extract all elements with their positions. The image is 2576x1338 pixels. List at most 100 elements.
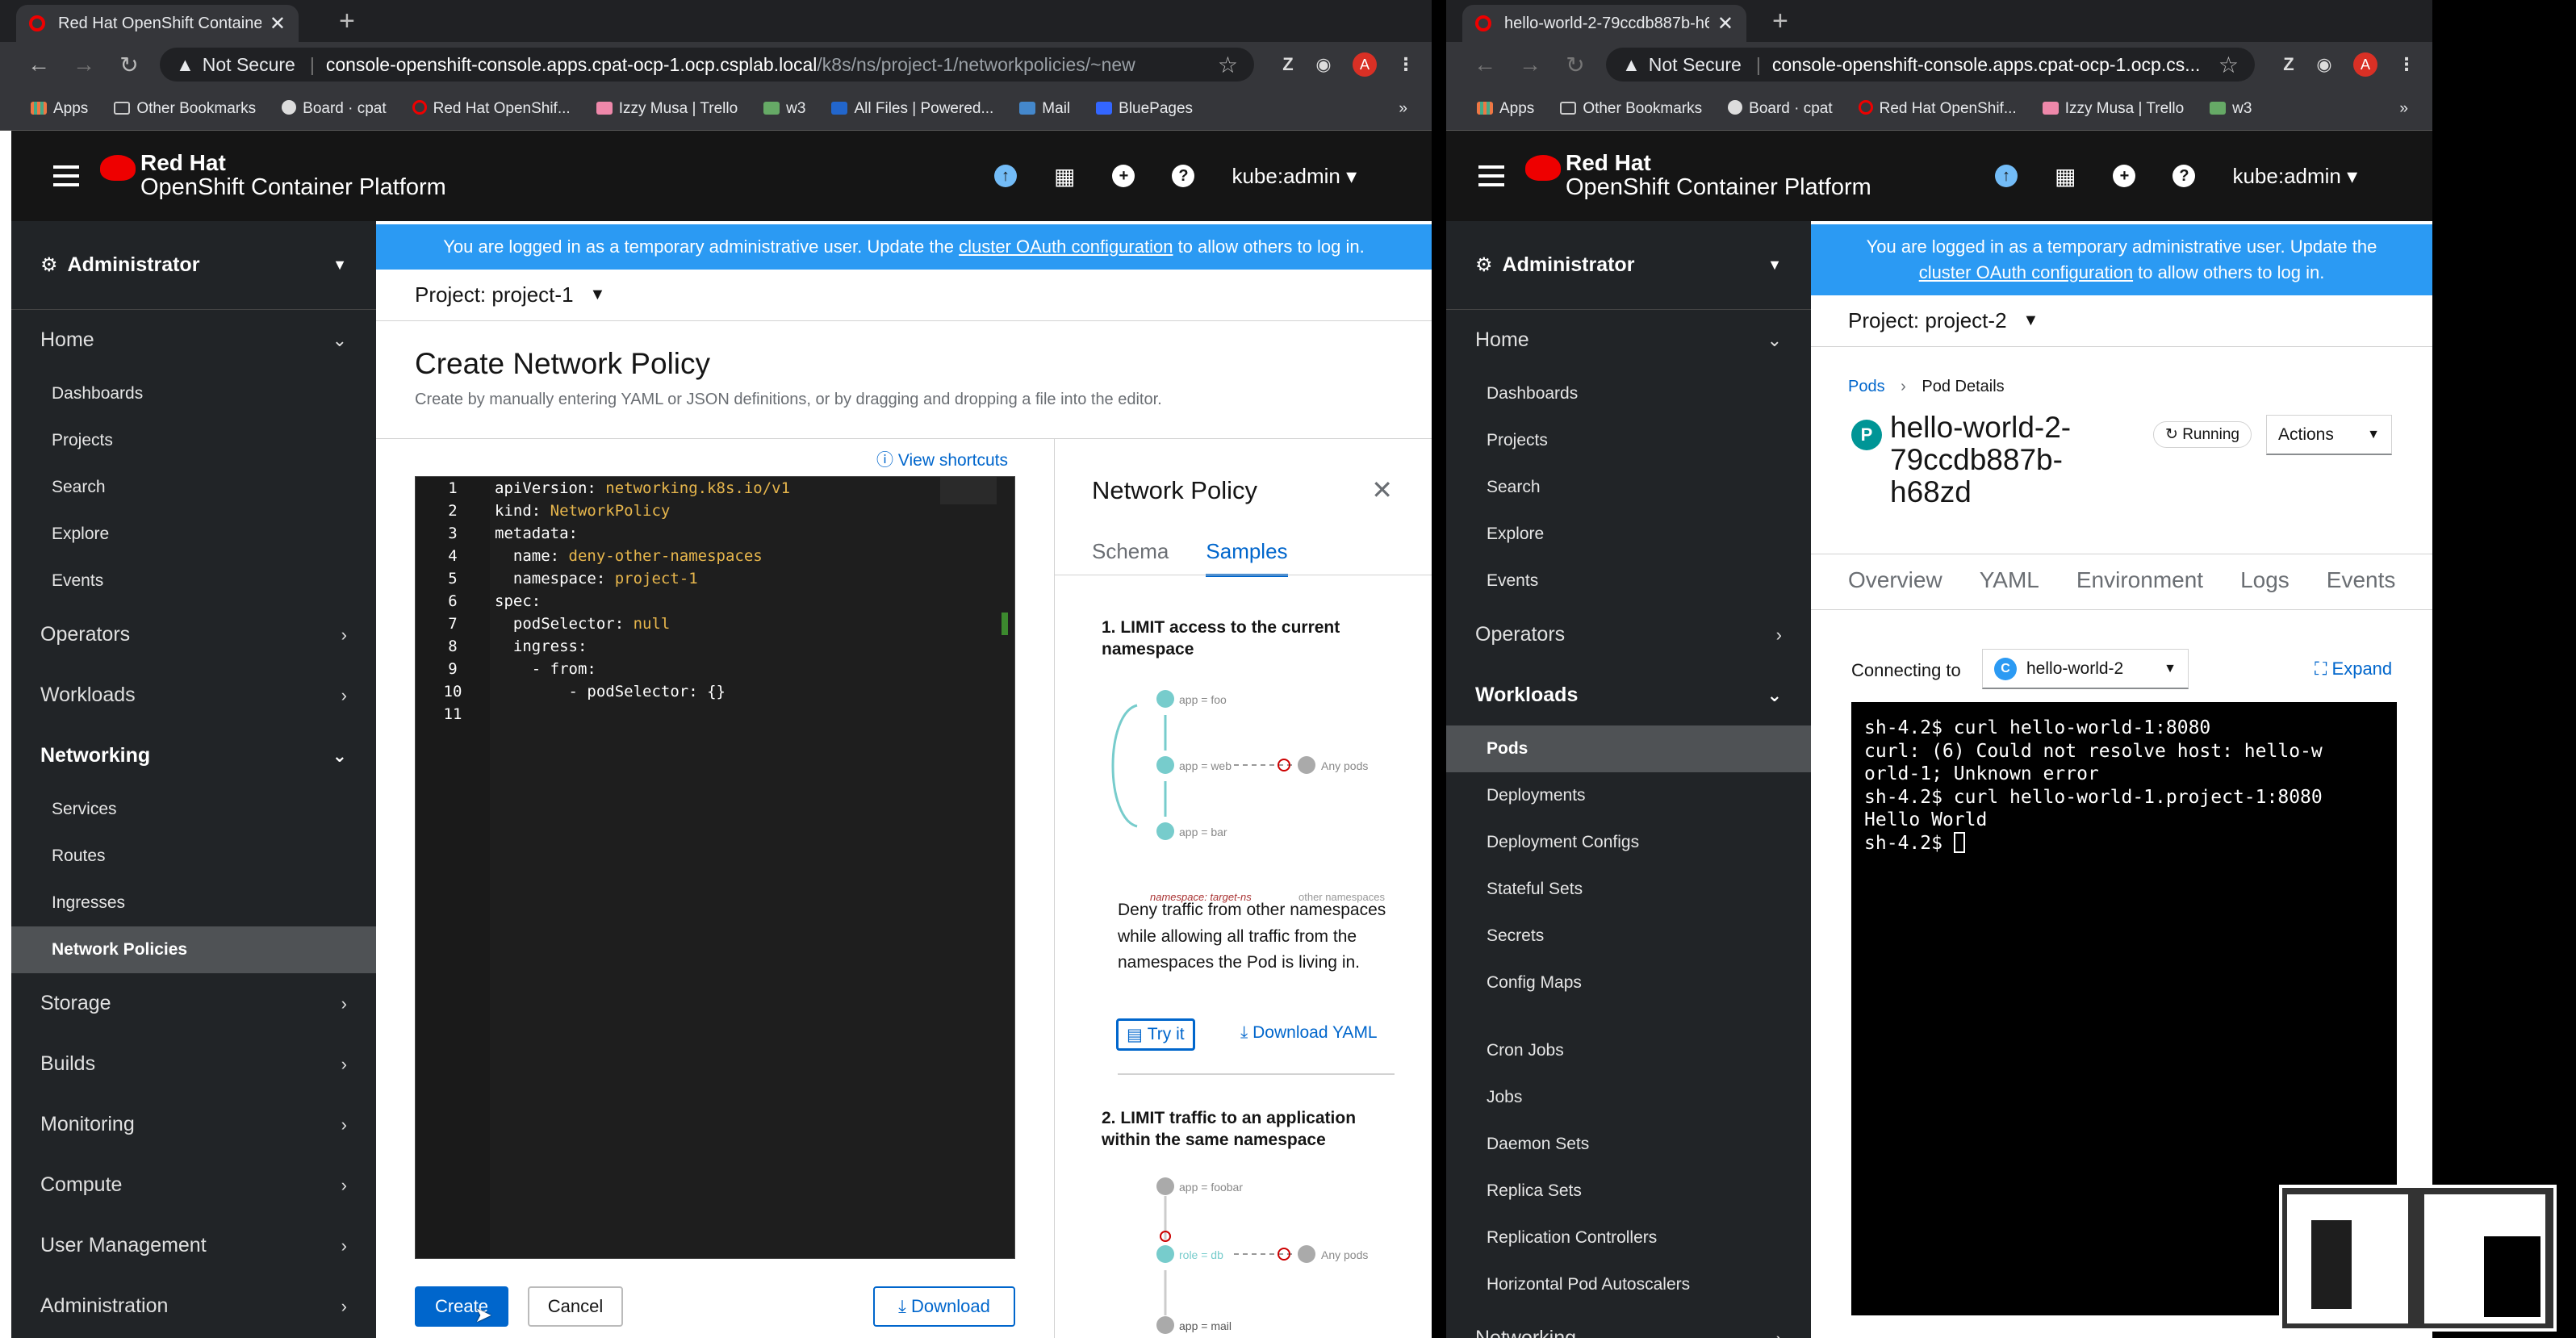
nav-dashboards[interactable]: Dashboards bbox=[11, 370, 376, 417]
import-icon[interactable]: ↑ bbox=[994, 165, 1017, 187]
new-tab-icon[interactable]: + bbox=[1772, 6, 1788, 36]
bookmark-apps[interactable]: Apps bbox=[1477, 100, 1534, 118]
nav-routes[interactable]: Routes bbox=[11, 833, 376, 880]
bookmark-redhat[interactable]: Red Hat OpenShif... bbox=[412, 99, 571, 118]
container-dropdown[interactable]: C hello-world-2 ▼ bbox=[1982, 649, 2189, 689]
nav-secrets[interactable]: Secrets bbox=[1446, 913, 1811, 960]
nav-workloads[interactable]: Workloads › bbox=[11, 665, 376, 725]
brand-logo[interactable]: Red Hat OpenShift Container Platform bbox=[140, 150, 446, 201]
nav-user-management[interactable]: User Management › bbox=[11, 1215, 376, 1276]
window-preview-thumbnail[interactable] bbox=[2279, 1185, 2557, 1332]
nav-pods[interactable]: Pods bbox=[1446, 725, 1811, 772]
brand-logo[interactable]: Red Hat OpenShift Container Platform bbox=[1566, 150, 1871, 201]
help-icon[interactable]: ? bbox=[2172, 165, 2196, 187]
view-shortcuts-link[interactable]: ⓘ View shortcuts bbox=[876, 447, 1008, 471]
project-selector[interactable]: Project: project-2 ▼ bbox=[1811, 295, 2432, 347]
try-it-button[interactable]: ▤ Try it bbox=[1116, 1018, 1195, 1051]
profile-avatar-icon[interactable]: A bbox=[2353, 52, 2377, 77]
nav-network-policies[interactable]: Network Policies bbox=[11, 926, 376, 973]
add-icon[interactable]: + bbox=[1112, 165, 1135, 187]
user-menu[interactable]: kube:admin ▾ bbox=[1232, 164, 1357, 189]
tab-environment[interactable]: Environment bbox=[2076, 567, 2203, 596]
nav-home[interactable]: Home ⌄ bbox=[1446, 310, 1811, 370]
nav-search[interactable]: Search bbox=[11, 464, 376, 511]
reload-icon[interactable]: ↻ bbox=[107, 52, 152, 78]
help-icon[interactable]: ? bbox=[1172, 165, 1195, 187]
perspective-switcher[interactable]: ⚙ Administrator ▼ bbox=[1446, 221, 1811, 310]
add-icon[interactable]: + bbox=[2113, 165, 2136, 187]
expand-link[interactable]: ⛶ Expand bbox=[2315, 659, 2392, 679]
app-launcher-icon[interactable]: ▦ bbox=[2055, 163, 2076, 190]
nav-explore[interactable]: Explore bbox=[1446, 511, 1811, 558]
back-icon[interactable]: ← bbox=[16, 52, 61, 77]
forward-icon[interactable]: → bbox=[61, 52, 107, 77]
nav-explore[interactable]: Explore bbox=[11, 511, 376, 558]
close-tab-icon[interactable]: ✕ bbox=[1717, 12, 1733, 36]
nav-monitoring[interactable]: Monitoring › bbox=[11, 1094, 376, 1155]
nav-compute[interactable]: Compute › bbox=[11, 1155, 376, 1215]
nav-daemon-sets[interactable]: Daemon Sets bbox=[1446, 1121, 1811, 1168]
breadcrumb-pods-link[interactable]: Pods bbox=[1848, 378, 1885, 395]
extension-z-icon[interactable]: Z bbox=[2271, 54, 2306, 75]
profile-avatar-icon[interactable]: A bbox=[1353, 52, 1377, 77]
nav-events[interactable]: Events bbox=[11, 558, 376, 604]
nav-config-maps[interactable]: Config Maps bbox=[1446, 960, 1811, 1006]
download-yaml-link[interactable]: ⤓ Download YAML bbox=[1240, 1023, 1378, 1043]
nav-cron-jobs[interactable]: Cron Jobs bbox=[1446, 1027, 1811, 1074]
nav-projects[interactable]: Projects bbox=[11, 417, 376, 464]
project-selector[interactable]: Project: project-1 ▼ bbox=[376, 270, 1432, 321]
nav-home[interactable]: Home ⌄ bbox=[11, 310, 376, 370]
back-icon[interactable]: ← bbox=[1462, 52, 1508, 77]
new-tab-icon[interactable]: + bbox=[339, 6, 355, 36]
tab-schema[interactable]: Schema bbox=[1092, 539, 1169, 577]
bookmark-star-icon[interactable]: ☆ bbox=[2207, 52, 2239, 78]
oauth-config-link[interactable]: cluster OAuth configuration bbox=[1919, 262, 2133, 282]
nav-hpa[interactable]: Horizontal Pod Autoscalers bbox=[1446, 1261, 1811, 1308]
import-icon[interactable]: ↑ bbox=[1995, 165, 2018, 187]
nav-administration[interactable]: Administration › bbox=[11, 1276, 376, 1336]
nav-storage[interactable]: Storage › bbox=[11, 973, 376, 1034]
bookmark-trello[interactable]: Izzy Musa | Trello bbox=[596, 100, 738, 118]
browser-tab[interactable]: Red Hat OpenShift Container P ✕ bbox=[16, 5, 299, 42]
bookmark-redhat[interactable]: Red Hat OpenShif... bbox=[1858, 99, 2017, 118]
reload-icon[interactable]: ↻ bbox=[1553, 52, 1598, 78]
nav-operators[interactable]: Operators › bbox=[11, 604, 376, 665]
nav-jobs[interactable]: Jobs bbox=[1446, 1074, 1811, 1121]
bookmark-w3[interactable]: w3 bbox=[2210, 100, 2252, 118]
browser-menu-icon[interactable]: ⋮ bbox=[1388, 54, 1424, 75]
tab-samples[interactable]: Samples bbox=[1206, 539, 1288, 577]
nav-search[interactable]: Search bbox=[1446, 464, 1811, 511]
browser-menu-icon[interactable]: ⋮ bbox=[2389, 54, 2424, 75]
bookmark-other[interactable]: Other Bookmarks bbox=[114, 100, 256, 118]
nav-networking[interactable]: Networking ⌄ bbox=[11, 725, 376, 786]
nav-builds[interactable]: Builds › bbox=[11, 1034, 376, 1094]
bookmark-board[interactable]: Board · cpat bbox=[1728, 99, 1833, 118]
nav-workloads[interactable]: Workloads ⌄ bbox=[1446, 665, 1811, 725]
nav-deployments[interactable]: Deployments bbox=[1446, 772, 1811, 819]
more-bookmarks-icon[interactable]: » bbox=[2399, 100, 2408, 118]
bookmark-apps[interactable]: Apps bbox=[31, 100, 88, 118]
oauth-config-link[interactable]: cluster OAuth configuration bbox=[959, 234, 1173, 260]
app-launcher-icon[interactable]: ▦ bbox=[1054, 163, 1075, 190]
nav-services[interactable]: Services bbox=[11, 786, 376, 833]
tab-logs[interactable]: Logs bbox=[2240, 567, 2290, 596]
url-field[interactable]: ▲ Not Secure | console-openshift-console… bbox=[1606, 48, 2255, 82]
close-tab-icon[interactable]: ✕ bbox=[270, 12, 286, 36]
nav-deployment-configs[interactable]: Deployment Configs bbox=[1446, 819, 1811, 866]
extension-circle-icon[interactable]: ◉ bbox=[2306, 54, 2342, 75]
bookmark-trello[interactable]: Izzy Musa | Trello bbox=[2042, 100, 2184, 118]
bookmark-star-icon[interactable]: ☆ bbox=[1206, 52, 1238, 78]
bookmark-mail[interactable]: Mail bbox=[1019, 100, 1070, 118]
nav-ingresses[interactable]: Ingresses bbox=[11, 880, 376, 926]
more-bookmarks-icon[interactable]: » bbox=[1399, 100, 1407, 118]
hamburger-menu-icon[interactable] bbox=[1478, 165, 1504, 186]
browser-tab[interactable]: hello-world-2-79ccdb887b-h6 ✕ bbox=[1462, 5, 1746, 42]
nav-replica-sets[interactable]: Replica Sets bbox=[1446, 1168, 1811, 1215]
extension-z-icon[interactable]: Z bbox=[1270, 54, 1306, 75]
nav-replication-controllers[interactable]: Replication Controllers bbox=[1446, 1215, 1811, 1261]
close-panel-icon[interactable]: ✕ bbox=[1371, 475, 1393, 505]
extension-circle-icon[interactable]: ◉ bbox=[1306, 54, 1341, 75]
tab-overview[interactable]: Overview bbox=[1848, 567, 1942, 596]
tab-yaml[interactable]: YAML bbox=[1980, 567, 2039, 596]
nav-projects[interactable]: Projects bbox=[1446, 417, 1811, 464]
